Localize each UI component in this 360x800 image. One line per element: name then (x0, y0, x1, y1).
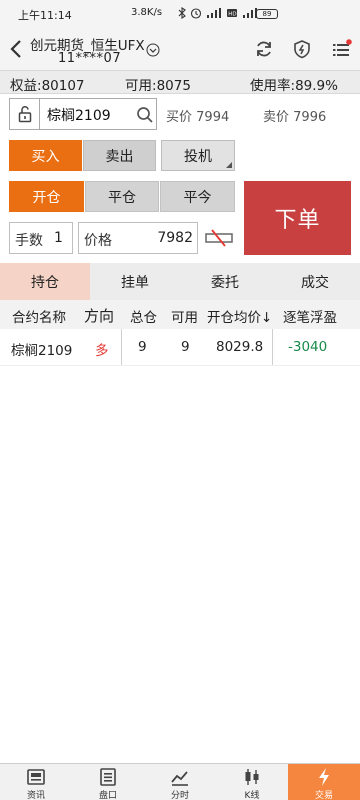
ask-quote: 卖价 7996 (263, 110, 327, 125)
positions-table-header: 合约名称 方向 总仓 可用 开仓均价↓ 逐笔浮盈 (0, 300, 360, 329)
refresh-button[interactable] (253, 38, 275, 60)
col-avg-price[interactable]: 开仓均价↓ (207, 306, 272, 326)
row-available: 9 (181, 339, 190, 355)
close-position-button[interactable]: 平仓 (85, 181, 159, 212)
tab-trades[interactable]: 成交 (270, 263, 360, 300)
available-funds: 可用:8075 (125, 78, 191, 94)
open-position-button[interactable]: 开仓 (9, 181, 84, 212)
col-contract[interactable]: 合约名称 (12, 306, 66, 326)
place-order-button[interactable]: 下单 (244, 181, 351, 255)
nav-news-label: 资讯 (26, 791, 45, 800)
hd-icon: HD (227, 9, 237, 18)
search-icon[interactable] (136, 106, 154, 124)
row-direction: 多 (95, 343, 109, 359)
row-avg-price: 8029.8 (216, 339, 264, 355)
price-value[interactable]: 7982 (157, 230, 193, 246)
table-row[interactable]: 棕榈2109 多 9 9 8029.8 -3040 (0, 329, 360, 366)
signal-icon (207, 8, 221, 18)
nav-kline[interactable]: K线 (216, 764, 288, 800)
close-today-button[interactable]: 平今 (160, 181, 235, 212)
col-total[interactable]: 总仓 (130, 306, 157, 326)
menu-icon (333, 39, 352, 56)
kline-icon (245, 769, 259, 785)
app-header: 创元期货_恒生UFX 11****07 (0, 26, 360, 70)
col-pnl[interactable]: 逐笔浮盈 (283, 306, 337, 326)
intraday-icon (171, 771, 188, 786)
back-icon (10, 40, 21, 58)
account-dropdown-button[interactable] (145, 42, 161, 58)
col-available[interactable]: 可用 (171, 306, 198, 326)
tab-orders[interactable]: 委托 (180, 263, 270, 300)
nav-intraday[interactable]: 分时 (144, 764, 216, 800)
col-direction[interactable]: 方向 (84, 305, 114, 326)
tab-positions[interactable]: 持仓 (0, 263, 90, 300)
bluetooth-icon (178, 7, 186, 19)
equity: 权益:80107 (10, 78, 85, 94)
price-label: 价格 (84, 233, 112, 249)
column-divider (121, 329, 122, 365)
dropdown-icon (146, 43, 160, 57)
refresh-icon (257, 41, 271, 57)
back-button[interactable] (6, 38, 26, 60)
nav-orderbook[interactable]: 盘口 (72, 764, 144, 800)
lock-button[interactable] (10, 99, 40, 129)
tab-pending[interactable]: 挂单 (90, 263, 180, 300)
account-summary: 权益:80107 可用:8075 使用率:89.9% (0, 70, 360, 94)
nav-kline-label: K线 (244, 791, 260, 800)
sell-button[interactable]: 卖出 (83, 140, 156, 171)
column-divider (272, 329, 273, 365)
net-speed: 3.8K/s (131, 7, 163, 18)
trade-icon (319, 768, 329, 786)
buy-button[interactable]: 买入 (9, 140, 82, 171)
usage-rate: 使用率:89.9% (250, 78, 338, 94)
nav-trade[interactable]: 交易 (288, 764, 360, 800)
alarm-icon (190, 8, 202, 19)
price-field[interactable]: 价格 7982 (78, 222, 198, 254)
nav-trade-label: 交易 (314, 791, 333, 800)
news-icon (27, 769, 45, 785)
security-button[interactable] (291, 38, 313, 60)
nav-intraday-label: 分时 (170, 791, 189, 800)
bottom-nav: 资讯 盘口 分时 K线 交易 (0, 763, 360, 800)
hedge-type-select[interactable]: 投机 (161, 140, 235, 171)
status-bar: 上午11:14 3.8K/s HD 89 (0, 0, 360, 26)
contract-name: 棕榈2109 (47, 108, 111, 124)
orderbook-icon (100, 768, 116, 786)
status-time: 上午11:14 (18, 9, 72, 22)
row-total: 9 (138, 339, 147, 355)
svg-text:HD: HD (228, 12, 236, 18)
row-contract: 棕榈2109 (11, 343, 73, 359)
status-icons: HD (178, 6, 258, 20)
trading-screen: 上午11:14 3.8K/s HD 89 创元期货_恒生UFX 11****07 (0, 0, 360, 800)
dropdown-corner-icon (226, 162, 232, 168)
quantity-label: 手数 (15, 233, 43, 249)
unlock-icon (18, 106, 31, 123)
bid-quote: 买价 7994 (166, 110, 230, 125)
record-tabs: 持仓 挂单 委托 成交 (0, 263, 360, 300)
contract-selector[interactable]: 棕榈2109 (9, 98, 157, 130)
shield-icon (294, 40, 310, 59)
nav-orderbook-label: 盘口 (98, 791, 117, 800)
menu-button[interactable] (330, 38, 354, 60)
row-pnl: -3040 (288, 339, 328, 355)
quantity-value[interactable]: 1 (54, 230, 63, 246)
price-type-toggle-icon[interactable] (204, 228, 234, 248)
account-id: 11****07 (58, 51, 122, 66)
battery-indicator: 89 (256, 9, 278, 19)
nav-news[interactable]: 资讯 (0, 764, 72, 800)
quantity-field[interactable]: 手数 1 (9, 222, 73, 254)
